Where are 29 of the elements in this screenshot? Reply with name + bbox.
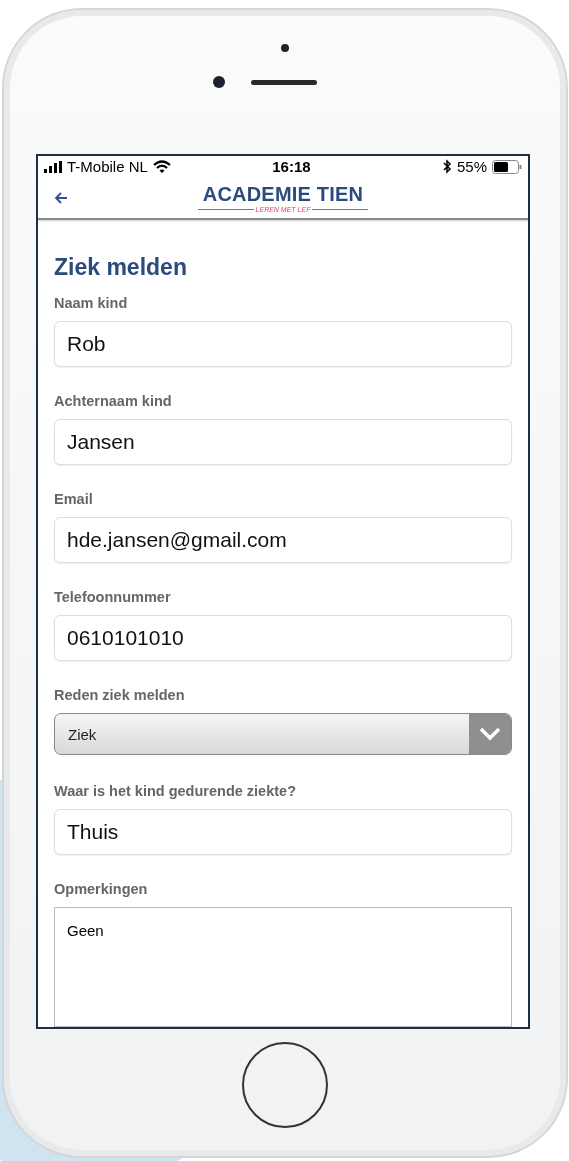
camera-icon [213,76,225,88]
input-field[interactable]: 0610101010 [54,615,512,661]
wifi-icon [152,159,171,174]
battery-icon [492,159,522,174]
home-button[interactable] [242,1041,328,1128]
field-label: Opmerkingen [54,881,149,897]
signal-icon [44,160,62,173]
field-label: Achternaam kind [54,393,173,409]
field-label: Waar is het kind gedurende ziekte? [54,783,297,799]
clock-time: 16:18 [272,158,311,176]
field-label: Email [54,491,94,507]
dropdown[interactable]: Ziek [54,713,512,755]
speaker-icon [251,79,317,85]
logo-title: ACADEMIE TIEN [202,182,364,206]
form-title: Ziek melden [54,254,188,281]
field-label: Telefoonnummer [54,589,172,605]
input-field[interactable]: Rob [54,321,512,367]
field-label: Reden ziek melden [54,687,186,703]
input-field[interactable]: Jansen [54,419,512,465]
input-field[interactable]: Geen [54,907,512,1027]
bluetooth-icon [441,159,452,175]
input-field[interactable]: hde.jansen@gmail.com [54,517,512,563]
input-field[interactable]: Thuis [54,809,512,855]
battery-percentage: 55% [456,158,487,176]
back-arrow-icon[interactable] [54,190,68,205]
carrier-name: T-Mobile NL [67,158,148,176]
sensor-dot-icon [281,44,289,52]
field-label: Naam kind [54,295,129,311]
chevron-down-icon [469,714,511,754]
